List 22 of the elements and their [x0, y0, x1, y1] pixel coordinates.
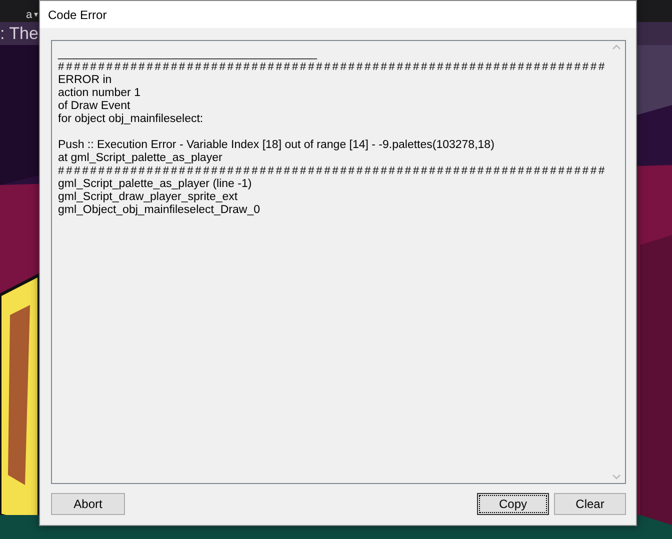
clear-button[interactable]: Clear [554, 493, 626, 515]
error-line: gml_Script_palette_as_player (line -1) [58, 178, 253, 191]
error-line: at gml_Script_palette_as_player [58, 152, 224, 165]
caret-icon: ▾ [34, 8, 38, 22]
hash-line: #################################################################### [58, 165, 604, 178]
menu-label[interactable]: a [26, 8, 32, 22]
error-line: Push :: Execution Error - Variable Index [18] out of range [14] - -9.palettes(103278,18) [58, 139, 496, 152]
window-title: : The [0, 24, 38, 44]
error-text-box[interactable] [51, 40, 626, 484]
hash-line: #################################################################### [58, 61, 604, 74]
dialog-title: Code Error [48, 8, 107, 22]
abort-button[interactable]: Abort [51, 493, 125, 515]
scroll-up-icon[interactable] [612, 44, 621, 50]
error-line: of Draw Event [58, 100, 132, 113]
copy-button[interactable]: Copy [477, 493, 549, 515]
error-line: ERROR in [58, 74, 113, 87]
scroll-down-icon[interactable] [612, 474, 621, 480]
error-line: action number 1 [58, 87, 142, 100]
separator-line: __________________________________________ [58, 48, 318, 61]
error-line: for object obj_mainfileselect: [58, 113, 204, 126]
error-line: gml_Script_draw_player_sprite_ext [58, 191, 239, 204]
error-line: gml_Object_obj_mainfileselect_Draw_0 [58, 204, 261, 217]
